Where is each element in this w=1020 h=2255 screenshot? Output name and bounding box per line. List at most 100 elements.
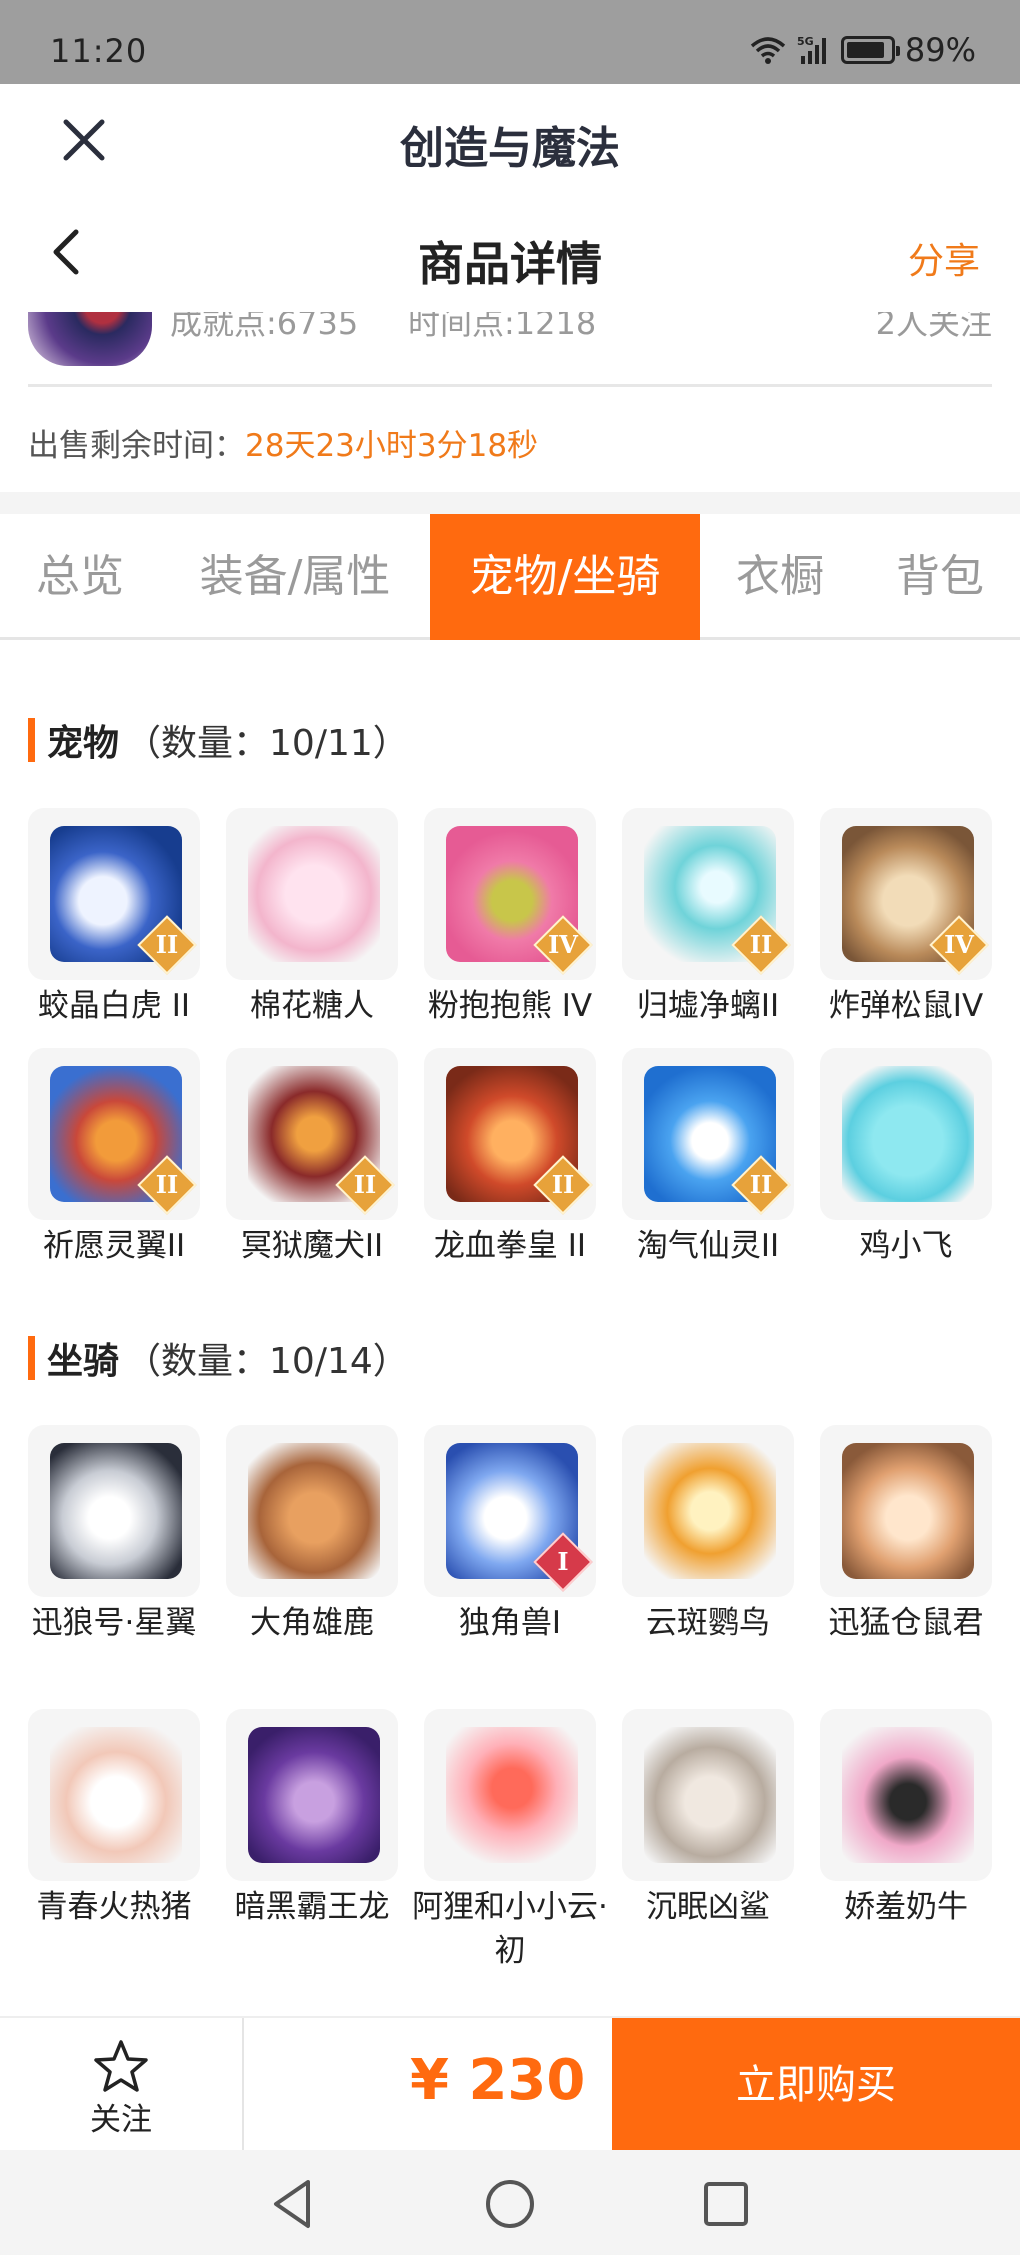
seller-info-row: 成就点:6735 时间点:1218 2人关注: [0, 312, 1020, 382]
mount-item[interactable]: 暗黑霸王龙: [226, 1709, 398, 1929]
item-thumbnail: IV: [820, 808, 992, 980]
share-button[interactable]: 分享: [908, 232, 980, 284]
pet-item[interactable]: II 冥狱魔犬II: [226, 1048, 398, 1268]
system-nav-bar: [0, 2150, 1020, 2255]
pet-item[interactable]: IV 炸弹松鼠IV: [820, 808, 992, 1028]
nav-home-icon[interactable]: [480, 2174, 540, 2234]
tier-badge-label: II: [155, 930, 179, 959]
section-marker: [28, 718, 35, 762]
remaining-time-label: 出售剩余时间：: [28, 428, 245, 464]
pet-item[interactable]: II 蛟晶白虎 II: [28, 808, 200, 1028]
achievement-points: 成就点:6735: [170, 312, 359, 342]
nav-recents-icon[interactable]: [696, 2174, 756, 2234]
item-thumbnail: IV: [424, 808, 596, 980]
item-name: 沉眠凶鲨: [646, 1889, 770, 1925]
pet-item[interactable]: II 淘气仙灵II: [622, 1048, 794, 1268]
pet-item[interactable]: 棉花糖人: [226, 808, 398, 1028]
divider: [28, 384, 992, 387]
item-thumbnail: [226, 808, 398, 980]
status-icons: 5G 89%: [749, 30, 976, 70]
item-thumbnail: II: [28, 1048, 200, 1220]
item-name: 云斑鹦鸟: [646, 1605, 770, 1641]
shark-icon: [644, 1727, 776, 1863]
mount-item[interactable]: 青春火热猪: [28, 1709, 200, 1929]
item-thumbnail: [226, 1425, 398, 1597]
follow-button[interactable]: 关注: [0, 2018, 242, 2152]
pet-item[interactable]: II 龙血拳皇 II: [424, 1048, 596, 1268]
cow-icon: [842, 1727, 974, 1863]
item-name: 粉抱抱熊 IV: [427, 988, 593, 1024]
time-points: 时间点:1218: [408, 312, 597, 342]
fox-cloud-icon: [446, 1727, 578, 1863]
tier-badge-label: II: [749, 930, 773, 959]
mount-item[interactable]: 大角雄鹿: [226, 1425, 398, 1645]
signal-icon: 5G: [797, 35, 826, 64]
pets-section-header: 宠物 （数量：10/11）: [28, 716, 409, 764]
tier-badge-label: II: [155, 1170, 179, 1199]
mount-item[interactable]: 迅狼号·星翼: [28, 1425, 200, 1645]
status-bar: 11:20 5G 89%: [0, 0, 1020, 84]
mount-item[interactable]: 沉眠凶鲨: [622, 1709, 794, 1929]
pet-item[interactable]: II 归墟净螭II: [622, 808, 794, 1028]
item-thumbnail: [28, 1425, 200, 1597]
remaining-time-row: 出售剩余时间：28天23小时3分18秒: [28, 420, 538, 464]
mount-item[interactable]: 迅猛仓鼠君: [820, 1425, 992, 1645]
pet-item[interactable]: II 祈愿灵翼II: [28, 1048, 200, 1268]
pets-count: （数量：10/11）: [125, 723, 409, 764]
tab-backpack[interactable]: 背包: [870, 514, 1010, 640]
item-thumbnail: [424, 1709, 596, 1881]
item-name: 淘气仙灵II: [636, 1228, 780, 1264]
item-thumbnail: II: [424, 1048, 596, 1220]
tier-badge-label: II: [749, 1170, 773, 1199]
mount-item[interactable]: 云斑鹦鸟: [622, 1425, 794, 1645]
item-thumbnail: II: [622, 808, 794, 980]
pig-icon: [50, 1727, 182, 1863]
item-name: 独角兽I: [458, 1605, 562, 1641]
buy-now-button[interactable]: 立即购买: [612, 2018, 1020, 2152]
item-name: 归墟净螭II: [636, 988, 780, 1024]
item-name: 青春火热猪: [36, 1889, 192, 1925]
item-name: 祈愿灵翼II: [42, 1228, 186, 1264]
cotton-candy-icon: [248, 826, 380, 962]
pet-item[interactable]: 鸡小飞: [820, 1048, 992, 1268]
follow-label: 关注: [90, 2102, 152, 2138]
pets-title: 宠物: [47, 723, 120, 764]
section-gap: [0, 492, 1020, 514]
follower-count: 2人关注: [875, 312, 992, 342]
item-thumbnail: II: [622, 1048, 794, 1220]
remaining-time-value: 28天23小时3分18秒: [245, 428, 539, 464]
tab-equipment[interactable]: 装备/属性: [180, 514, 410, 640]
tier-badge-label: I: [557, 1547, 569, 1576]
item-name: 娇羞奶牛: [844, 1889, 968, 1925]
nav-back-icon[interactable]: [262, 2174, 322, 2234]
status-time: 11:20: [50, 32, 148, 70]
detail-tabs: 总览 装备/属性 宠物/坐骑 衣橱 背包: [0, 514, 1020, 640]
tab-wardrobe[interactable]: 衣橱: [720, 514, 840, 640]
app-title-bar: 创造与魔法: [0, 84, 1020, 194]
item-name: 大角雄鹿: [250, 1605, 374, 1641]
item-thumbnail: II: [28, 808, 200, 980]
item-thumbnail: [226, 1709, 398, 1881]
tab-overview[interactable]: 总览: [10, 514, 150, 640]
svg-text:5G: 5G: [797, 35, 814, 48]
chick-icon: [842, 1066, 974, 1202]
tab-pets-mounts[interactable]: 宠物/坐骑: [430, 514, 700, 640]
item-thumbnail: [820, 1425, 992, 1597]
mount-item[interactable]: 娇羞奶牛: [820, 1709, 992, 1929]
mount-item[interactable]: 阿狸和小小云·初: [412, 1709, 608, 1973]
tier-badge-label: II: [551, 1170, 575, 1199]
hamster-icon: [842, 1443, 974, 1579]
page-title: 商品详情: [418, 237, 602, 291]
item-thumbnail: II: [226, 1048, 398, 1220]
price: ¥ 230: [410, 2048, 586, 2113]
item-name: 龙血拳皇 II: [433, 1228, 587, 1264]
item-name: 阿狸和小小云·初: [412, 1889, 608, 1969]
tier-badge-label: II: [353, 1170, 377, 1199]
mount-item[interactable]: I 独角兽I: [424, 1425, 596, 1645]
pet-item[interactable]: IV 粉抱抱熊 IV: [424, 808, 596, 1028]
section-marker: [28, 1336, 35, 1380]
bottom-action-bar: 关注 ¥ 230 立即购买: [0, 2016, 1020, 2152]
mounts-section-header: 坐骑 （数量：10/14）: [28, 1334, 409, 1382]
avatar[interactable]: [28, 312, 152, 366]
item-name: 暗黑霸王龙: [234, 1889, 390, 1925]
